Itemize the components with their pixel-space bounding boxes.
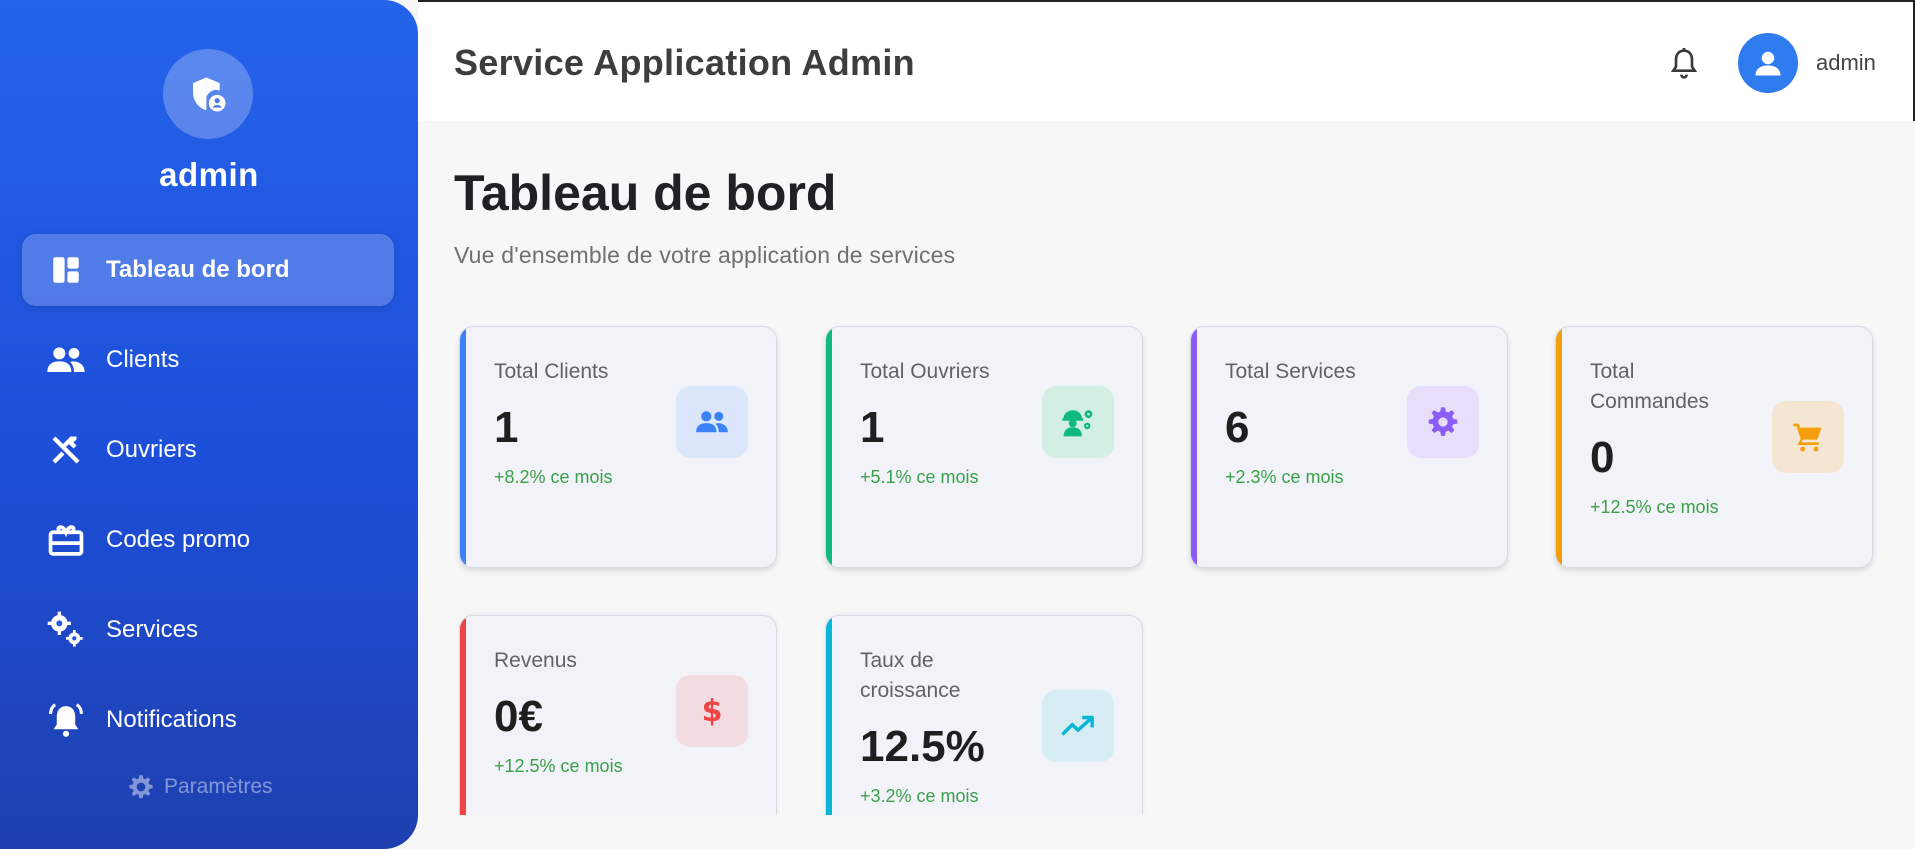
bell-icon xyxy=(1670,48,1698,79)
card-icon-box xyxy=(1042,386,1114,458)
card-accent xyxy=(1556,327,1562,567)
gear-icon xyxy=(1428,407,1458,436)
cart-icon xyxy=(1793,423,1822,452)
user-avatar-button[interactable] xyxy=(1738,33,1798,93)
stat-card-ouvriers: Total Ouvriers 1 +5.1% ce mois xyxy=(825,326,1143,568)
sidebar-item-label: Clients xyxy=(106,346,180,373)
card-label: Total Clients xyxy=(494,360,609,383)
card-trend: +5.1% ce mois xyxy=(860,467,979,487)
worker-gear-icon xyxy=(1062,410,1093,437)
sidebar-item-label: Ouvriers xyxy=(106,436,197,463)
sidebar-item-clients[interactable]: Clients xyxy=(22,324,394,396)
card-trend: +2.3% ce mois xyxy=(1225,467,1344,487)
card-accent xyxy=(460,616,466,815)
card-value: 0 xyxy=(1590,433,1615,482)
card-trend: +3.2% ce mois xyxy=(860,786,979,806)
gears-icon xyxy=(46,610,86,650)
card-trend: +12.5% ce mois xyxy=(494,756,623,776)
card-accent xyxy=(826,616,832,815)
card-label: Total Ouvriers xyxy=(860,360,990,383)
sidebar-item-dashboard[interactable]: Tableau de bord xyxy=(22,234,394,306)
sidebar-item-ouvriers[interactable]: Ouvriers xyxy=(22,414,394,486)
sidebar-item-codes-promo[interactable]: Codes promo xyxy=(22,504,394,576)
people-icon xyxy=(696,411,728,433)
card-label: Taux de croissance xyxy=(860,649,961,702)
admin-avatar xyxy=(163,49,253,139)
card-icon-box xyxy=(1772,401,1844,473)
stat-card-clients: Total Clients 1 +8.2% ce mois xyxy=(459,326,777,568)
card-value: 1 xyxy=(494,403,519,452)
card-accent xyxy=(460,327,466,567)
top-header: Service Application Admin admin xyxy=(418,0,1915,121)
sidebar-item-label: Notifications xyxy=(106,706,237,733)
stat-card-revenus: Revenus 0€ +12.5% ce mois $ xyxy=(459,615,777,815)
card-label: Total Services xyxy=(1225,360,1356,383)
card-icon-box xyxy=(1042,690,1114,762)
tools-icon xyxy=(46,430,86,470)
sidebar: admin Tableau de bord Clients Ouvriers C… xyxy=(0,0,418,849)
people-icon xyxy=(46,340,86,380)
notifications-button[interactable] xyxy=(1668,46,1700,82)
card-icon-box: $ xyxy=(676,675,748,747)
card-value: 0€ xyxy=(494,692,543,741)
card-value: 6 xyxy=(1225,403,1250,452)
card-trend: +12.5% ce mois xyxy=(1590,497,1719,517)
gear-icon xyxy=(129,775,153,799)
person-icon xyxy=(1755,51,1781,76)
sidebar-item-label: Tableau de bord xyxy=(106,256,290,283)
bell-ring-icon xyxy=(46,700,86,740)
card-label: Revenus xyxy=(494,649,577,672)
page-title: Tableau de bord xyxy=(454,165,837,221)
card-icon-box xyxy=(676,386,748,458)
shield-user-icon xyxy=(193,77,226,112)
header-username[interactable]: admin xyxy=(1816,50,1876,76)
card-icon-box xyxy=(1407,386,1479,458)
gift-card-icon xyxy=(46,520,86,560)
dollar-icon: $ xyxy=(701,693,723,729)
settings-label: Paramètres xyxy=(164,775,273,798)
card-label: Total Commandes xyxy=(1590,360,1710,413)
card-accent xyxy=(1191,327,1197,567)
settings-link[interactable]: Paramètres xyxy=(128,772,273,802)
sidebar-item-notifications[interactable]: Notifications xyxy=(22,684,394,756)
sidebar-item-label: Services xyxy=(106,616,199,643)
stat-card-services: Total Services 6 +2.3% ce mois xyxy=(1190,326,1508,568)
card-accent xyxy=(826,327,832,567)
card-trend: +8.2% ce mois xyxy=(494,467,613,487)
app-title: Service Application Admin xyxy=(454,42,915,83)
stat-card-commandes: Total Commandes 0 +12.5% ce mois xyxy=(1555,326,1873,568)
page-subtitle: Vue d'ensemble de votre application de s… xyxy=(454,242,956,268)
sidebar-item-services[interactable]: Services xyxy=(22,594,394,666)
card-value: 1 xyxy=(860,403,885,452)
stat-card-croissance: Taux de croissance 12.5% +3.2% ce mois xyxy=(825,615,1143,815)
sidebar-item-label: Codes promo xyxy=(106,526,251,553)
card-value: 12.5% xyxy=(860,722,985,771)
dashboard-icon xyxy=(46,250,86,290)
trending-up-icon xyxy=(1061,715,1094,736)
sidebar-username: admin xyxy=(159,156,259,193)
